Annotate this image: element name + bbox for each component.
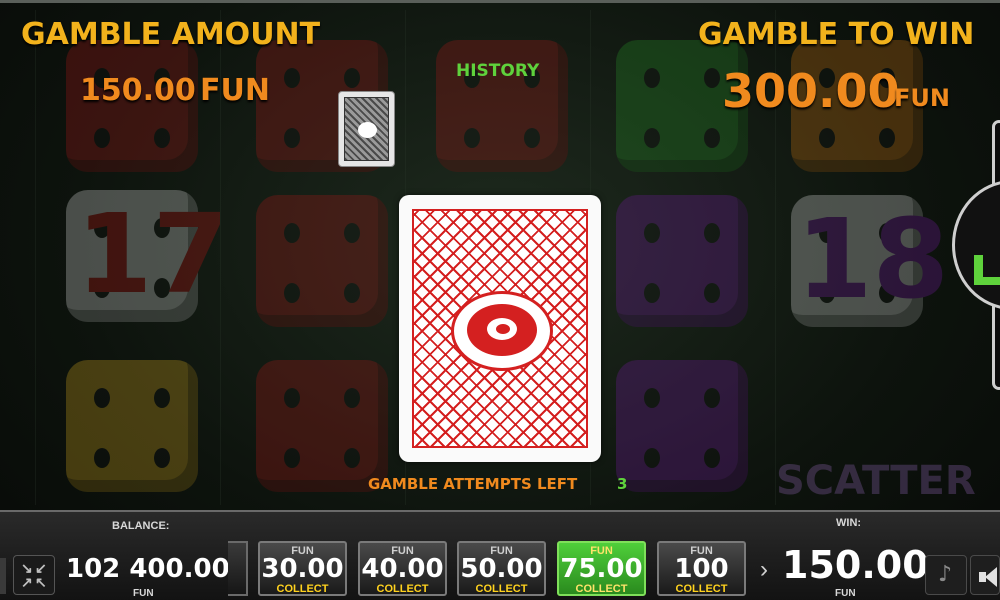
die-pip: [344, 283, 360, 303]
gamble-attempts-label: GAMBLE ATTEMPTS LEFT: [368, 475, 578, 493]
die-pip: [344, 448, 360, 468]
card-logo-icon: [358, 122, 377, 138]
die-pip: [644, 128, 660, 148]
history-card: [338, 91, 395, 167]
die-pip: [284, 223, 300, 243]
die-pip: [704, 68, 720, 88]
collect-value: 50.00: [460, 554, 543, 584]
balance-value: 102 400.00: [66, 554, 230, 584]
gamble-to-win-value: 300.00: [722, 64, 900, 118]
seventeen-symbol: 17: [76, 190, 230, 318]
die-pip: [524, 128, 540, 148]
collect-button[interactable]: FUN 75.00 COLLECT: [557, 541, 646, 596]
gamble-to-win-label: GAMBLE TO WIN: [698, 17, 975, 52]
die-symbol: [436, 40, 568, 172]
scatter-symbol: SCATTER: [776, 458, 976, 504]
die-pip: [284, 388, 300, 408]
die-pip: [464, 128, 480, 148]
gamble-amount-value: 150.00: [80, 73, 196, 108]
win-currency: FUN: [835, 588, 856, 599]
collect-value: 100: [674, 554, 729, 584]
collect-label: COLLECT: [675, 583, 728, 595]
collect-label: COLLECT: [376, 583, 429, 595]
die-pip: [819, 128, 835, 148]
gamble-amount-currency: FUN: [200, 73, 270, 108]
collect-label: COLLECT: [575, 583, 628, 595]
die-pip: [644, 448, 660, 468]
die-pip: [344, 388, 360, 408]
die-pip: [154, 448, 170, 468]
card-medallion: [451, 291, 553, 371]
balance-currency: FUN: [133, 588, 154, 599]
side-button-letter-icon: [970, 255, 1000, 285]
collect-value: 30.00: [261, 554, 344, 584]
collect-label: COLLECT: [276, 583, 329, 595]
die-pip: [94, 388, 110, 408]
card-back-pattern: [412, 209, 588, 448]
die-pip: [284, 68, 300, 88]
collect-label: COLLECT: [475, 583, 528, 595]
die-symbol: [616, 360, 748, 492]
die-pip: [644, 223, 660, 243]
collect-button[interactable]: FUN 50.00 COLLECT: [457, 541, 546, 596]
die-pip: [644, 283, 660, 303]
collect-button[interactable]: FUN 40.00 COLLECT: [358, 541, 447, 596]
chevron-right-icon: ›: [760, 556, 768, 583]
card-logo-hole: [487, 318, 517, 340]
die-pip: [154, 128, 170, 148]
die-symbol: [66, 360, 198, 492]
die-pip: [644, 388, 660, 408]
collect-value: 75.00: [560, 554, 643, 584]
card-logo-icon: [467, 304, 537, 356]
collect-value: 40.00: [361, 554, 444, 584]
gamble-screen: 17 18 SCATTER GAMBLE AMOUNT 150.00 FUN G…: [0, 0, 1000, 600]
die-pip: [344, 223, 360, 243]
music-note-icon[interactable]: ♪: [925, 555, 967, 595]
die-pip: [704, 388, 720, 408]
die-symbol: [616, 195, 748, 327]
die-pip: [644, 68, 660, 88]
win-label: WIN:: [836, 517, 862, 529]
win-value: 150.00: [782, 543, 929, 587]
die-symbol: [256, 195, 388, 327]
collect-button-partial[interactable]: [228, 541, 248, 596]
gamble-to-win-currency: FUN: [894, 84, 950, 112]
die-pip: [284, 283, 300, 303]
die-pip: [344, 68, 360, 88]
gamble-card[interactable]: [399, 195, 601, 462]
speaker-icon[interactable]: [970, 555, 1000, 595]
die-pip: [284, 448, 300, 468]
die-pip: [704, 128, 720, 148]
card-logo-dot: [496, 324, 510, 334]
collect-button[interactable]: FUN 100 COLLECT: [657, 541, 746, 596]
gamble-amount-label: GAMBLE AMOUNT: [21, 17, 321, 52]
top-border: [0, 0, 1000, 3]
collect-button[interactable]: FUN 30.00 COLLECT: [258, 541, 347, 596]
balance-label: BALANCE:: [112, 520, 170, 532]
die-pip: [704, 283, 720, 303]
left-edge-control: [0, 558, 6, 594]
die-pip: [154, 388, 170, 408]
history-card-back: [344, 97, 389, 161]
die-pip: [94, 448, 110, 468]
die-symbol: [256, 360, 388, 492]
die-pip: [94, 128, 110, 148]
die-pip: [284, 128, 300, 148]
gamble-attempts-value: 3: [617, 475, 628, 493]
die-pip: [704, 448, 720, 468]
die-pip: [879, 128, 895, 148]
eighteen-symbol: 18: [796, 195, 950, 323]
die-pip: [704, 223, 720, 243]
history-label: HISTORY: [456, 61, 540, 81]
collapse-arrows-icon[interactable]: ↘ ↙ ↗ ↖: [13, 555, 55, 595]
